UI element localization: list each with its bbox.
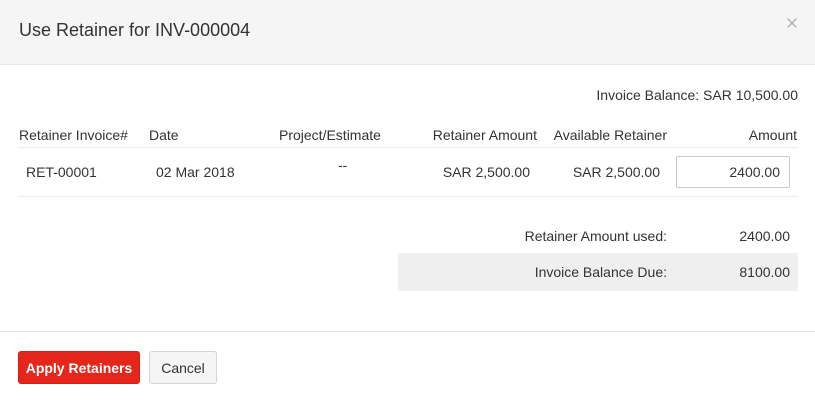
table-row: RET-00001 02 Mar 2018 -- SAR 2,500.00 SA… — [18, 148, 798, 197]
amount-input[interactable] — [676, 156, 790, 188]
retainer-amount: SAR 2,500.00 — [442, 164, 530, 180]
column-header-date: Date — [149, 127, 179, 143]
retainer-project: -- — [338, 157, 348, 173]
retainer-date: 02 Mar 2018 — [156, 164, 235, 180]
retainer-table: Retainer Invoice# Date Project/Estimate … — [18, 120, 798, 197]
column-header-available-retainer: Available Retainer — [553, 127, 667, 143]
dialog-footer: Apply Retainers Cancel — [0, 331, 815, 401]
column-header-retainer-amount: Retainer Amount — [432, 127, 537, 143]
use-retainer-dialog: Use Retainer for INV-000004 Invoice Bala… — [0, 0, 815, 401]
column-header-project: Project/Estimate — [279, 127, 381, 143]
invoice-balance: Invoice Balance: SAR 10,500.00 — [596, 87, 798, 103]
retainer-amount-used-row: Retainer Amount used: 2400.00 — [398, 217, 798, 255]
close-icon[interactable] — [785, 16, 799, 30]
dialog-title: Use Retainer for INV-000004 — [19, 20, 251, 40]
cancel-button[interactable]: Cancel — [149, 351, 217, 384]
retainer-invoice-number: RET-00001 — [26, 164, 97, 180]
column-header-amount: Amount — [748, 127, 797, 143]
retainer-amount-used-value: 2400.00 — [739, 228, 790, 244]
dialog-header: Use Retainer for INV-000004 — [0, 0, 815, 65]
invoice-balance-due-label: Invoice Balance Due: — [534, 264, 667, 280]
invoice-balance-due-value: 8100.00 — [739, 264, 790, 280]
available-retainer: SAR 2,500.00 — [572, 164, 660, 180]
column-header-retainer-invoice: Retainer Invoice# — [19, 127, 128, 143]
invoice-balance-due-row: Invoice Balance Due: 8100.00 — [398, 253, 798, 291]
table-header: Retainer Invoice# Date Project/Estimate … — [18, 120, 798, 148]
retainer-amount-used-label: Retainer Amount used: — [524, 228, 667, 244]
apply-retainers-button[interactable]: Apply Retainers — [18, 351, 140, 384]
